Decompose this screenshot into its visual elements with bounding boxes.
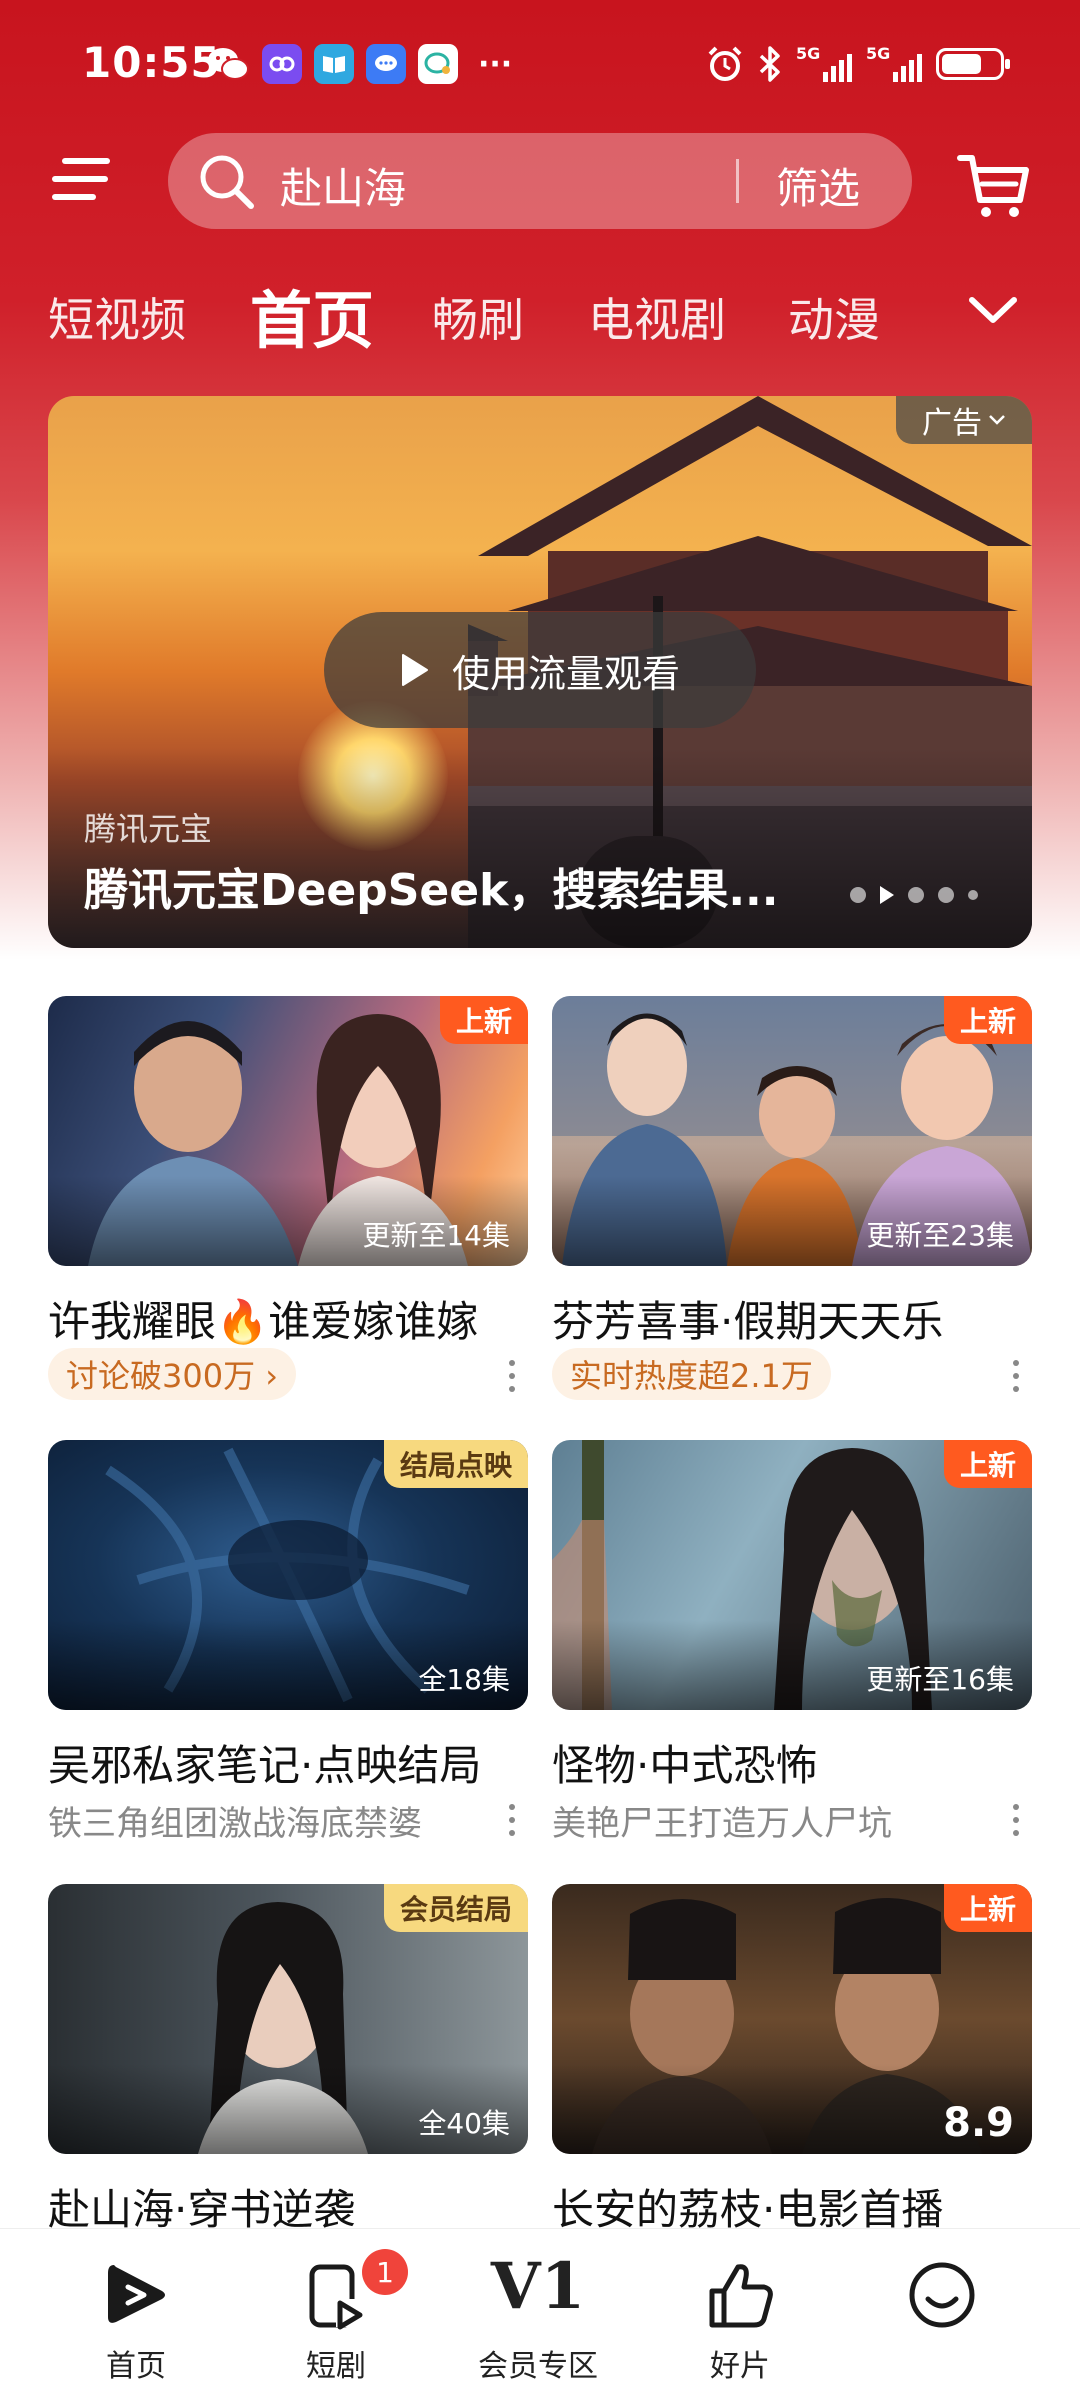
- smiley-icon: [909, 2262, 975, 2328]
- more-options-icon[interactable]: [508, 1360, 516, 1394]
- carousel-dot: [968, 890, 978, 900]
- status-badge: 上新: [943, 996, 1032, 1044]
- bluetooth-icon: [759, 46, 780, 82]
- play-logo-icon: [108, 2265, 165, 2323]
- banner-title[interactable]: 腾讯元宝DeepSeek，搜索结果...: [84, 854, 778, 918]
- bottom-navigation: 首页 1 短剧 V1 会员专区 好片: [0, 2228, 1080, 2393]
- system-icons: 5G 5G: [706, 44, 1010, 84]
- menu-button[interactable]: [52, 152, 116, 204]
- notification-badge: 1: [362, 2249, 408, 2295]
- episode-count: 更新至23集: [866, 1219, 1014, 1252]
- episode-count: 更新至16集: [866, 1663, 1014, 1696]
- video-thumbnail[interactable]: 上新 8.9: [552, 1884, 1032, 2154]
- episode-count: 全40集: [418, 2107, 510, 2140]
- nav-short-drama[interactable]: 1 短剧: [236, 2229, 436, 2393]
- more-options-icon[interactable]: [508, 1804, 516, 1838]
- play-with-data-button[interactable]: 使用流量观看: [324, 612, 756, 728]
- video-thumbnail[interactable]: 会员结局 全40集: [48, 1884, 528, 2154]
- filter-button[interactable]: 筛选: [776, 155, 860, 216]
- chat-app-icon: [418, 44, 458, 84]
- chevron-down-icon[interactable]: [966, 290, 1020, 330]
- carousel-dot: [850, 887, 866, 903]
- video-title[interactable]: 许我耀眼🔥谁爱嫁谁嫁: [48, 1288, 478, 1349]
- status-badge: 上新: [943, 1884, 1032, 1932]
- video-subtitle: 铁三角组团激战海底禁婆: [48, 1804, 422, 1844]
- video-title[interactable]: 怪物·中式恐怖: [552, 1732, 817, 1793]
- more-options-icon[interactable]: [1012, 1360, 1020, 1394]
- search-divider: [736, 159, 739, 203]
- tab-home[interactable]: 首页: [250, 270, 374, 360]
- ad-label[interactable]: 广告: [896, 396, 1032, 444]
- heat-tag[interactable]: 实时热度超2.1万: [552, 1348, 831, 1400]
- search-query[interactable]: 赴山海: [280, 155, 406, 216]
- nav-home[interactable]: 首页: [36, 2229, 236, 2393]
- video-thumbnail[interactable]: 结局点映 全18集: [48, 1440, 528, 1710]
- status-badge: 会员结局: [383, 1884, 528, 1932]
- nav-recommend[interactable]: 好片: [640, 2229, 840, 2393]
- signal-icon: 5G: [866, 44, 922, 84]
- category-tabs: 短视频 首页 畅刷 电视剧 动漫: [0, 270, 1080, 360]
- status-badge: 结局点映: [383, 1440, 528, 1488]
- carousel-indicator: [850, 886, 978, 904]
- tab-anime[interactable]: 动漫: [788, 284, 880, 350]
- rating-score: 8.9: [943, 2100, 1014, 2146]
- tab-tv-series[interactable]: 电视剧: [588, 284, 726, 350]
- alarm-icon: [708, 46, 742, 81]
- status-badge: 上新: [943, 1440, 1032, 1488]
- carousel-dot-active: [880, 886, 894, 904]
- video-title[interactable]: 芬芳喜事·假期天天乐: [552, 1288, 943, 1349]
- video-card[interactable]: 上新 更新至16集 怪物·中式恐怖 美艳尸王打造万人尸坑: [552, 1440, 1032, 1844]
- status-time: 10:55: [82, 38, 221, 87]
- signal-icon: 5G: [796, 44, 852, 84]
- more-options-icon[interactable]: [1012, 1804, 1020, 1838]
- episode-count: 全18集: [418, 1663, 510, 1696]
- video-card[interactable]: 会员结局 全40集 赴山海·穿书逆袭: [48, 1884, 528, 2234]
- heat-tag[interactable]: 讨论破300万 ›: [48, 1348, 297, 1400]
- tab-binge[interactable]: 畅刷: [432, 284, 524, 350]
- vip-icon: V1: [490, 2249, 586, 2324]
- status-bar: 10:55 ··· 5G 5G: [0, 0, 1080, 130]
- carousel-dot: [938, 887, 954, 903]
- video-thumbnail[interactable]: 上新 更新至14集: [48, 996, 528, 1266]
- search-bar[interactable]: 赴山海 筛选: [168, 133, 912, 229]
- play-icon: [401, 654, 428, 686]
- nav-profile[interactable]: [842, 2229, 1042, 2393]
- video-card[interactable]: 结局点映 全18集 吴邪私家笔记·点映结局 铁三角组团激战海底禁婆: [48, 1440, 528, 1844]
- chevron-down-icon: [989, 415, 1005, 425]
- episode-count: 更新至14集: [362, 1219, 510, 1252]
- nav-vip[interactable]: V1 会员专区: [438, 2229, 638, 2393]
- notification-icons: ···: [206, 44, 512, 84]
- battery-fill: [942, 54, 981, 74]
- video-card[interactable]: 上新 更新至23集 芬芳喜事·假期天天乐 实时热度超2.1万: [552, 996, 1032, 1400]
- link-app-icon: [262, 44, 302, 84]
- cart-icon[interactable]: [954, 144, 1034, 224]
- battery-icon: [936, 48, 1010, 80]
- promo-banner[interactable]: 广告 使用流量观看 腾讯元宝 腾讯元宝DeepSeek，搜索结果...: [48, 396, 1032, 948]
- video-subtitle: 美艳尸王打造万人尸坑: [552, 1804, 892, 1844]
- thumbs-up-icon: [709, 2264, 773, 2328]
- search-icon: [200, 155, 254, 209]
- wechat-icon: [208, 48, 249, 80]
- video-thumbnail[interactable]: 上新 更新至23集: [552, 996, 1032, 1266]
- video-card[interactable]: 上新 8.9 长安的荔枝·电影首播: [552, 1884, 1032, 2234]
- book-app-icon: [314, 44, 354, 84]
- carousel-dot: [908, 887, 924, 903]
- banner-source: 腾讯元宝: [84, 810, 213, 848]
- message-app-icon: [366, 44, 406, 84]
- video-title[interactable]: 吴邪私家笔记·点映结局: [48, 1732, 481, 1793]
- status-badge: 上新: [439, 996, 528, 1044]
- video-card[interactable]: 上新 更新至14集 许我耀眼🔥谁爱嫁谁嫁 讨论破300万 ›: [48, 996, 528, 1400]
- tab-short-video[interactable]: 短视频: [48, 284, 186, 350]
- more-notifications-icon: ···: [478, 46, 513, 82]
- video-thumbnail[interactable]: 上新 更新至16集: [552, 1440, 1032, 1710]
